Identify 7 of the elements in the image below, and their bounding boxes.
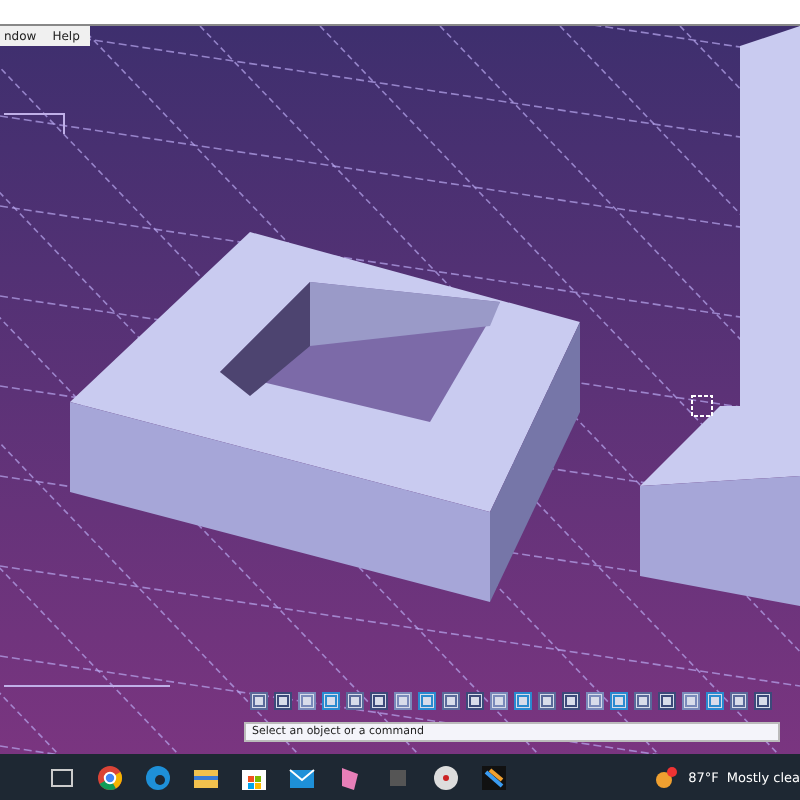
disc-icon[interactable] bbox=[432, 763, 460, 791]
app-icon[interactable] bbox=[480, 763, 508, 791]
weather-icon[interactable] bbox=[652, 763, 681, 791]
browser-icon[interactable] bbox=[96, 763, 124, 791]
app-icon[interactable] bbox=[336, 763, 364, 791]
task-view-icon[interactable] bbox=[48, 763, 76, 791]
mail-icon[interactable] bbox=[288, 763, 316, 791]
